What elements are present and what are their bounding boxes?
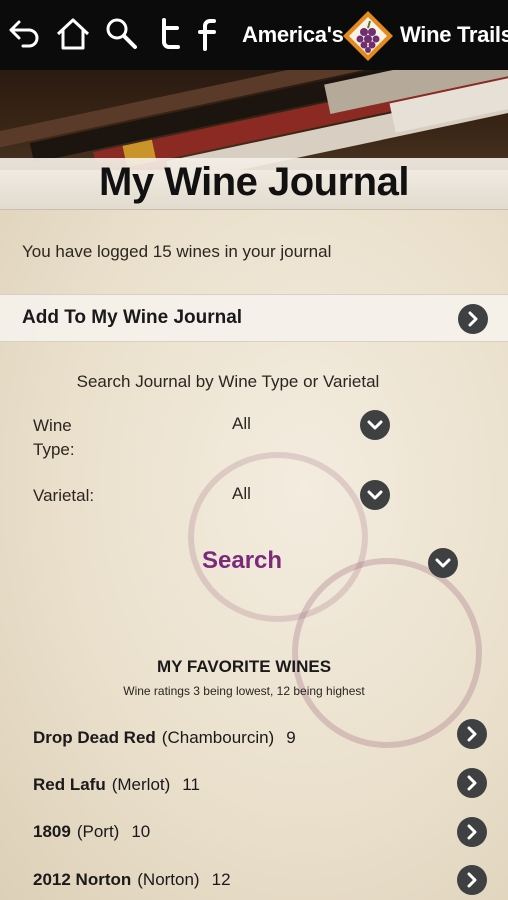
- wine-trails-logo: [340, 8, 396, 64]
- wine-type-select[interactable]: All: [232, 414, 251, 434]
- back-arrow-icon[interactable]: [0, 8, 46, 60]
- wine-varietal: (Port): [76, 822, 120, 841]
- search-caption: Search Journal by Wine Type or Varietal: [76, 372, 380, 391]
- wine-name: 2012 Norton: [33, 870, 132, 889]
- facebook-icon[interactable]: [186, 8, 232, 60]
- top-bar: America's Wine Trails: [0, 0, 508, 70]
- chevron-right-icon[interactable]: [457, 865, 487, 895]
- wine-rating: 10: [131, 822, 151, 841]
- chevron-down-icon[interactable]: [360, 480, 390, 510]
- chevron-right-icon[interactable]: [457, 719, 487, 749]
- search-button[interactable]: Search: [202, 547, 282, 575]
- wine-varietal: (Merlot): [111, 775, 171, 794]
- add-to-journal-label: Add To My Wine Journal: [22, 307, 243, 328]
- brand-name-right: Wine Trails: [400, 22, 508, 47]
- list-item[interactable]: Red Lafu (Merlot) 11: [33, 775, 200, 795]
- favorites-title: MY FAVORITE WINES: [156, 657, 332, 676]
- varietal-label: Varietal:: [33, 486, 95, 505]
- wine-type-label: Wine Type:: [33, 416, 75, 459]
- wine-varietal: (Norton): [137, 870, 200, 889]
- chevron-right-icon[interactable]: [458, 304, 488, 334]
- chevron-down-icon[interactable]: [360, 410, 390, 440]
- search-icon[interactable]: [98, 8, 144, 60]
- wine-stain-ring: [292, 558, 482, 748]
- varietal-select[interactable]: All: [232, 484, 251, 504]
- list-item[interactable]: 2012 Norton (Norton) 12: [33, 870, 231, 890]
- wine-rating: 12: [211, 870, 231, 889]
- chevron-right-icon[interactable]: [457, 817, 487, 847]
- wine-rating: 9: [286, 728, 296, 747]
- wine-varietal: (Chambourcin): [161, 728, 275, 747]
- chevron-right-icon[interactable]: [457, 768, 487, 798]
- wine-name: Drop Dead Red: [33, 728, 156, 747]
- page-title: My Wine Journal: [99, 160, 409, 204]
- wine-bottles-banner: [0, 70, 508, 170]
- wine-name: 1809: [33, 822, 71, 841]
- brand-name-left: America's: [242, 22, 344, 47]
- logged-count-text: You have logged 15 wines in your journal: [22, 242, 332, 261]
- add-to-journal-row[interactable]: Add To My Wine Journal: [0, 294, 508, 342]
- favorites-subtitle: Wine ratings 3 being lowest, 12 being hi…: [123, 684, 365, 698]
- wine-name: Red Lafu: [33, 775, 106, 794]
- list-item[interactable]: 1809 (Port) 10: [33, 822, 150, 842]
- list-item[interactable]: Drop Dead Red (Chambourcin) 9: [33, 728, 296, 748]
- home-icon[interactable]: [50, 8, 96, 60]
- wine-rating: 11: [182, 775, 200, 794]
- chevron-down-icon[interactable]: [428, 548, 458, 578]
